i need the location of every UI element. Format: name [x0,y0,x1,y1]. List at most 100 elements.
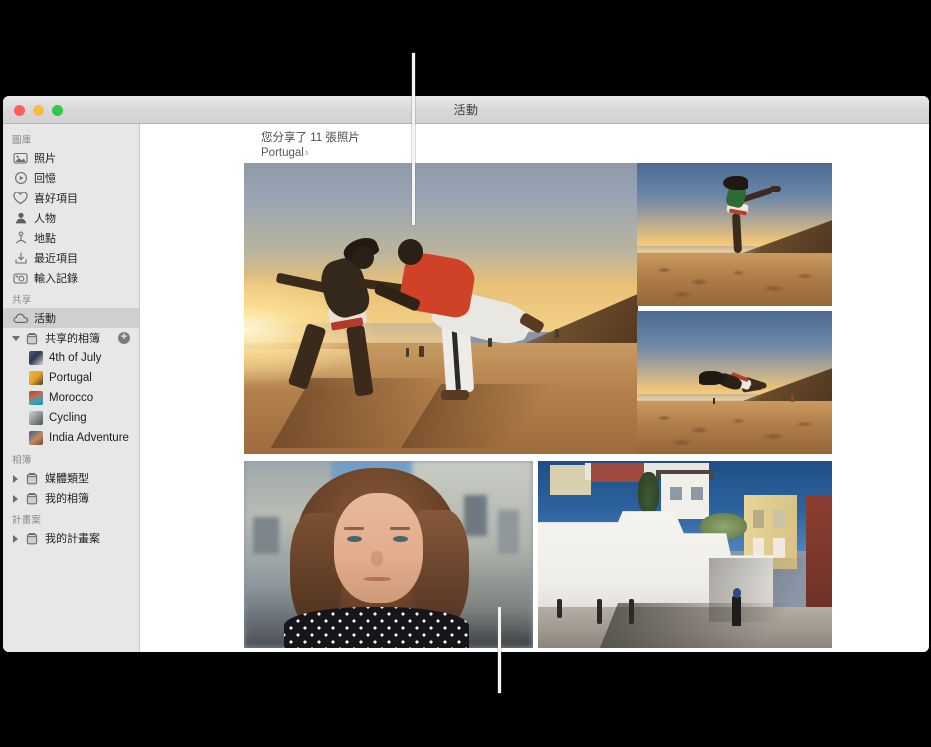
figure-part [699,371,725,386]
distant-person [419,346,424,357]
sidebar[interactable]: 圖庫 照片 回憶 喜好項目 人物 地點 最近項目 輸入記錄 共享 活動 共享的相… [3,124,140,652]
window-title: 活動 [453,103,479,117]
sidebar-item-label: 地點 [34,233,56,245]
sidebar-album-morocco[interactable]: Morocco [3,388,139,408]
recents-download-icon [12,251,29,265]
photo-region-window [773,509,785,529]
photos-icon [12,151,29,165]
photo-region-window [252,517,279,555]
thumb-cycling [29,411,43,425]
figure-part [352,245,374,270]
sidebar-item-label: 輸入記錄 [34,273,78,285]
zoom-button[interactable] [52,105,63,116]
figure-part [441,389,469,401]
photo-region-sand-texture [637,260,832,306]
photo-region-window [690,487,703,501]
sidebar-folder-media-types[interactable]: 媒體類型 [3,468,139,488]
sidebar-item-people[interactable]: 人物 [3,208,139,228]
distant-person [488,337,492,347]
bollard [557,599,562,619]
photo-region-window [463,494,487,536]
sidebar-album-label: Morocco [49,392,94,404]
sidebar-item-memories[interactable]: 回憶 [3,168,139,188]
callout-line-top [412,53,415,225]
sidebar-album-india-adventure[interactable]: India Adventure [3,428,139,448]
sidebar-album-label: Portugal [49,372,92,384]
photo-region-window [670,487,683,501]
bollard [596,599,602,624]
close-button[interactable] [14,105,25,116]
sidebar-folder-label: 我的計畫案 [45,533,100,545]
photo-beach-pair[interactable] [244,163,638,454]
figure-part [389,527,411,531]
screenshot-root: 活動 圖庫 照片 回憶 喜好項目 人物 地點 最近項目 輸入記錄 共享 活動 共… [0,0,931,747]
figure-part [722,175,749,191]
folder-icon [23,471,40,485]
window-titlebar: 活動 [3,96,929,124]
person-icon [12,211,29,225]
cloud-icon [12,311,29,325]
window-traffic-lights [14,105,63,116]
sidebar-item-label: 照片 [34,153,56,165]
chevron-right-icon[interactable] [12,534,21,543]
share-summary-text: 您分享了 11 張照片 [261,132,360,144]
thumb-portugal [29,371,43,385]
heart-icon [12,191,29,205]
photo-region-window [498,509,519,555]
share-header: 您分享了 11 張照片 Portugal› [261,131,360,161]
figure-part [333,492,424,604]
sidebar-album-label: India Adventure [49,432,129,444]
photo-region-tree [637,472,659,514]
chevron-right-icon: › [304,147,309,159]
add-shared-album-button[interactable]: + [118,332,130,344]
figure-part [732,595,742,626]
sidebar-group-shared-albums[interactable]: 共享的相簿 + [3,328,139,348]
sidebar-album-label: 4th of July [49,352,102,364]
sidebar-item-places[interactable]: 地點 [3,228,139,248]
distant-person [791,395,794,402]
callout-line-bottom [498,607,501,693]
chevron-right-icon[interactable] [12,474,21,483]
thumb-india-adventure [29,431,43,445]
sidebar-album-label: Cycling [49,412,87,424]
distant-person [713,398,716,404]
activity-feed: 您分享了 11 張照片 Portugal› [141,124,929,652]
sidebar-item-activity[interactable]: 活動 [3,308,139,328]
share-album-link[interactable]: Portugal› [261,146,360,161]
photo-jump-kick[interactable] [637,163,832,306]
sidebar-album-4th-of-july[interactable]: 4th of July [3,348,139,368]
sidebar-item-recents[interactable]: 最近項目 [3,248,139,268]
photo-region-sand-texture [637,408,832,454]
sidebar-item-favorites[interactable]: 喜好項目 [3,188,139,208]
sidebar-item-photos[interactable]: 照片 [3,148,139,168]
sidebar-heading-albums: 相簿 [12,455,32,466]
sidebar-item-imports[interactable]: 輸入記錄 [3,268,139,288]
distant-person [405,347,410,358]
sidebar-item-label: 回憶 [34,173,56,185]
figure-part [732,588,741,598]
sidebar-album-portugal[interactable]: Portugal [3,368,139,388]
import-camera-icon [12,271,29,285]
chevron-right-icon[interactable] [12,494,21,503]
photo-street[interactable] [538,461,832,648]
places-pin-icon [12,231,29,245]
sidebar-heading-shared: 共享 [12,295,32,306]
figure-part [371,550,383,566]
minimize-button[interactable] [33,105,44,116]
sidebar-heading-projects: 計畫案 [12,515,42,526]
distant-person [555,328,560,338]
sidebar-folder-label: 我的相簿 [45,493,89,505]
photo-jump-flip[interactable] [637,311,832,454]
shared-albums-icon [23,331,40,345]
figure-part [731,212,742,254]
figure-part [397,238,424,265]
photo-portrait[interactable] [244,461,533,648]
sidebar-item-label: 喜好項目 [34,193,78,205]
sidebar-folder-my-albums[interactable]: 我的相簿 [3,488,139,508]
sidebar-group-label: 共享的相簿 [45,333,100,345]
photo-region-window [752,537,765,559]
sidebar-folder-my-projects[interactable]: 我的計畫案 [3,528,139,548]
chevron-down-icon[interactable] [12,334,21,343]
figure-part [346,535,362,543]
sidebar-album-cycling[interactable]: Cycling [3,408,139,428]
